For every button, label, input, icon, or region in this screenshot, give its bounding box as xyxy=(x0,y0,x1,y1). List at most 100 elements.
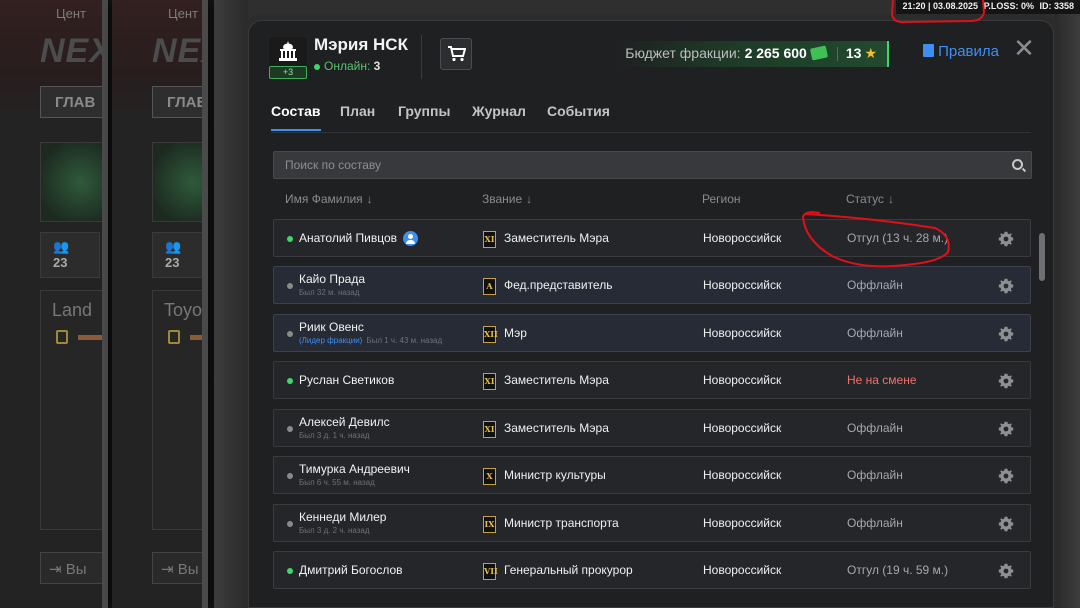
member-last-seen-line: (Лидер фракции) Был 1 ч. 43 м. назад xyxy=(299,336,442,345)
member-status: Не на смене xyxy=(847,373,917,387)
background-exit-label: Вы xyxy=(177,561,199,578)
column-header-name[interactable]: Имя Фамилия ↓ xyxy=(285,192,373,206)
gear-icon[interactable] xyxy=(998,516,1014,532)
document-icon xyxy=(923,44,935,57)
star-icon: ★ xyxy=(864,45,877,61)
member-status: Оффлайн xyxy=(847,326,903,340)
gear-icon[interactable] xyxy=(998,421,1014,437)
tab-journal[interactable]: Журнал xyxy=(472,103,526,119)
budget-separator xyxy=(836,47,838,62)
search-icon[interactable] xyxy=(1012,159,1023,170)
member-row[interactable]: Тимурка Андреевич Был 6 ч. 55 м. назад X… xyxy=(273,456,1031,494)
header-divider xyxy=(421,35,422,79)
budget-amount: 2 265 600 xyxy=(744,45,807,61)
background-thumbnail xyxy=(40,142,102,222)
background-bar xyxy=(78,335,102,340)
member-name: Руслан Светиков xyxy=(299,373,395,387)
rank-icon: XII xyxy=(483,326,498,343)
gear-icon[interactable] xyxy=(998,563,1014,579)
cart-icon xyxy=(448,46,466,62)
background-panel-1: Цент NEX ГЛАВ 👥 23 Land ⇥ Вы xyxy=(0,0,108,608)
close-button[interactable]: ✕ xyxy=(1013,35,1035,61)
rules-link[interactable]: Правила xyxy=(923,43,999,60)
tab-events[interactable]: События xyxy=(547,103,610,119)
offline-status-dot xyxy=(287,521,293,527)
hud-time: 21:20 | 03.08.2025 xyxy=(902,1,979,11)
member-rank: Министр транспорта xyxy=(504,516,619,530)
tabs-divider xyxy=(271,132,1031,133)
gear-icon[interactable] xyxy=(998,231,1014,247)
exit-icon: ⇥ xyxy=(49,561,66,578)
member-status: Оффлайн xyxy=(847,516,903,530)
gear-icon[interactable] xyxy=(998,373,1014,389)
background-exit-button: ⇥ Вы xyxy=(152,552,202,584)
online-count: 3 xyxy=(373,59,381,73)
gear-icon[interactable] xyxy=(998,278,1014,294)
member-rank: Заместитель Мэра xyxy=(504,373,609,387)
member-name: Тимурка Андреевич xyxy=(299,462,410,476)
member-row[interactable]: Руслан Светиков XI Заместитель Мэра Ново… xyxy=(273,361,1031,399)
background-card xyxy=(152,290,202,530)
rank-icon: VII xyxy=(483,563,498,580)
background-tab: ГЛАВ xyxy=(40,86,102,118)
exit-icon: ⇥ xyxy=(161,561,178,578)
member-region: Новороссийск xyxy=(703,468,782,482)
budget-label: Бюджет фракции: xyxy=(625,45,741,61)
background-bar xyxy=(190,335,202,340)
member-region: Новороссийск xyxy=(703,278,782,292)
column-header-status[interactable]: Статус ↓ xyxy=(846,192,894,206)
search-input[interactable] xyxy=(274,152,994,178)
background-exit-button: ⇥ Вы xyxy=(40,552,102,584)
background-tab: ГЛАВ xyxy=(152,86,202,118)
offline-status-dot xyxy=(287,426,293,432)
user-profile-icon[interactable] xyxy=(403,231,418,246)
tab-groups[interactable]: Группы xyxy=(398,103,450,119)
member-row[interactable]: Кеннеди Милер Был 3 д. 2 ч. назад IX Мин… xyxy=(273,504,1031,542)
member-status: Отгул (13 ч. 28 м.) xyxy=(847,231,949,245)
member-name: Кайо Прада xyxy=(299,272,366,286)
background-thumbnail xyxy=(152,142,202,222)
city-hall-icon: +3 xyxy=(269,37,307,79)
background-center-label: Цент xyxy=(56,6,86,21)
people-icon: 👥 xyxy=(53,239,70,254)
member-status: Оффлайн xyxy=(847,421,903,435)
member-last-seen: Был 3 д. 2 ч. назад xyxy=(299,526,370,535)
gear-icon[interactable] xyxy=(998,468,1014,484)
member-row[interactable]: Риик Овенс (Лидер фракции) Был 1 ч. 43 м.… xyxy=(273,314,1031,352)
faction-header: +3 Мэрия НСК Онлайн: 3 Бюджет фракции: 2 … xyxy=(267,35,1035,85)
column-header-name-label: Имя Фамилия xyxy=(285,192,363,206)
faction-title: Мэрия НСК xyxy=(314,35,408,54)
column-header-status-label: Статус xyxy=(846,192,884,206)
faction-budget: Бюджет фракции: 2 265 600 13 ★ xyxy=(615,41,889,67)
list-scrollbar[interactable] xyxy=(1039,233,1045,281)
tab-members[interactable]: Состав xyxy=(271,103,321,131)
shop-cart-button[interactable] xyxy=(440,38,472,70)
member-rank: Фед.представитель xyxy=(504,278,613,292)
tab-plan[interactable]: План xyxy=(340,103,375,119)
member-row[interactable]: Кайо Прада Был 32 м. назад A Фед.предста… xyxy=(273,266,1031,304)
rank-icon: XI xyxy=(483,231,496,248)
stars-count: 13 xyxy=(845,45,862,61)
background-logo: NEX xyxy=(40,32,108,70)
online-counter: Онлайн: 3 xyxy=(314,59,380,73)
member-status: Отгул (19 ч. 59 м.) xyxy=(847,563,949,577)
member-row[interactable]: Анатолий Пивцов XI Заместитель Мэра Ново… xyxy=(273,219,1031,257)
faction-window: +3 Мэрия НСК Онлайн: 3 Бюджет фракции: 2 … xyxy=(248,20,1054,608)
window-frame-right xyxy=(1054,0,1080,608)
member-rank: Заместитель Мэра xyxy=(504,231,609,245)
member-rank: Генеральный прокурор xyxy=(504,563,633,577)
member-rank: Заместитель Мэра xyxy=(504,421,609,435)
rank-icon: XI xyxy=(483,373,496,390)
column-header-rank[interactable]: Звание ↓ xyxy=(482,192,532,206)
member-row[interactable]: Дмитрий Богослов VII Генеральный прокуро… xyxy=(273,551,1031,589)
rank-icon: A xyxy=(483,278,496,295)
background-stat: 👥 23 xyxy=(152,232,202,278)
member-last-seen: Был 1 ч. 43 м. назад xyxy=(366,336,443,345)
member-name: Риик Овенс xyxy=(299,320,364,334)
offline-status-dot xyxy=(287,473,293,479)
money-icon xyxy=(809,45,828,61)
member-row[interactable]: Алексей Девилс Был 3 д. 1 ч. назад XI За… xyxy=(273,409,1031,447)
member-name: Кеннеди Милер xyxy=(299,510,387,524)
lock-icon xyxy=(56,330,68,344)
gear-icon[interactable] xyxy=(998,326,1014,342)
